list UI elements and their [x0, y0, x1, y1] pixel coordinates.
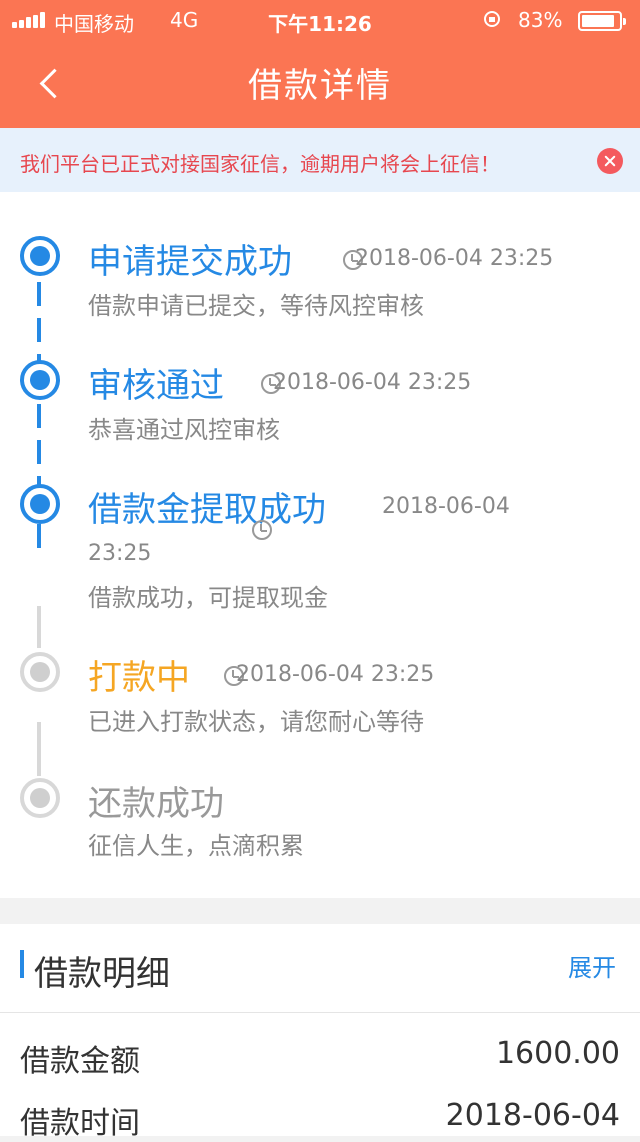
step-done-dot: [20, 484, 60, 524]
rotation-lock-icon: [484, 11, 500, 27]
section-title: 借款明细: [34, 954, 170, 994]
step-done-dot: [20, 236, 60, 276]
step-title: 借款金提取成功: [88, 490, 326, 530]
timeline-connector: [37, 722, 41, 776]
step-time: 2018-06-04 23:25: [355, 246, 554, 271]
timeline-connector: [37, 606, 41, 648]
loan-time-value: 2018-06-04: [445, 1098, 620, 1133]
timeline-connector: [37, 524, 41, 558]
notice-text: 我们平台已正式对接国家征信，逾期用户将会上征信！: [20, 152, 500, 176]
clock-icon: [252, 520, 272, 540]
step-time: 2018-06-04: [382, 494, 510, 519]
progress-timeline: 申请提交成功 2018-06-04 23:25 借款申请已提交，等待风控审核 审…: [0, 192, 640, 898]
battery-percent: 83%: [518, 8, 563, 32]
divider: [0, 1012, 640, 1013]
timeline-connector: [37, 282, 41, 372]
step-pending-dot: [20, 778, 60, 818]
battery-icon: [578, 11, 626, 31]
step-title: 打款中: [88, 658, 190, 698]
step-time: 23:25: [88, 541, 152, 566]
page-title: 借款详情: [248, 66, 392, 106]
status-bar: 中国移动 4G 下午11:26 83%: [0, 0, 640, 40]
header: 中国移动 4G 下午11:26 83% 借款详情: [0, 0, 640, 128]
step-pending-dot: [20, 652, 60, 692]
step-desc: 借款成功，可提取现金: [88, 584, 328, 612]
step-time: 2018-06-04 23:25: [236, 662, 435, 687]
close-notice-button[interactable]: [597, 148, 623, 174]
loan-time-label: 借款时间: [20, 1106, 140, 1141]
loan-details-card: 借款明细 展开 借款金额 1600.00 借款时间 2018-06-04: [0, 924, 640, 1141]
step-desc: 借款申请已提交，等待风控审核: [88, 292, 424, 320]
section-accent-bar: [20, 950, 24, 978]
step-title: 申请提交成功: [88, 242, 292, 282]
step-title: 审核通过: [88, 366, 224, 406]
step-desc: 已进入打款状态，请您耐心等待: [88, 708, 424, 736]
notice-banner: 我们平台已正式对接国家征信，逾期用户将会上征信！: [0, 128, 640, 192]
step-desc: 恭喜通过风控审核: [88, 416, 280, 444]
loan-amount-label: 借款金额: [20, 1044, 140, 1079]
loan-amount-value: 1600.00: [495, 1036, 620, 1071]
step-done-dot: [20, 360, 60, 400]
step-title: 还款成功: [88, 784, 224, 824]
expand-button[interactable]: 展开: [568, 948, 616, 983]
step-time: 2018-06-04 23:25: [273, 370, 472, 395]
timeline-connector: [37, 404, 41, 490]
step-desc: 征信人生，点滴积累: [88, 832, 304, 860]
